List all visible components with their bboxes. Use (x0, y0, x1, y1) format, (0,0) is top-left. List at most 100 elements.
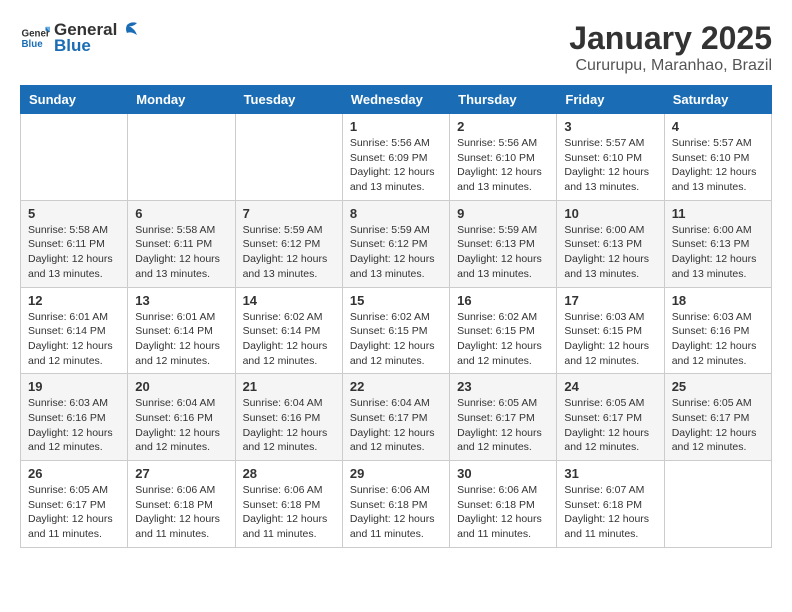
day-info: Sunrise: 6:03 AM Sunset: 6:15 PM Dayligh… (564, 310, 656, 369)
day-number: 25 (672, 379, 764, 394)
calendar-day-cell: 8 Sunrise: 5:59 AM Sunset: 6:12 PM Daylig… (342, 200, 449, 287)
day-number: 15 (350, 293, 442, 308)
day-of-week-header: Monday (128, 86, 235, 114)
day-number: 18 (672, 293, 764, 308)
day-info: Sunrise: 6:04 AM Sunset: 6:17 PM Dayligh… (350, 396, 442, 455)
day-number: 4 (672, 119, 764, 134)
day-number: 23 (457, 379, 549, 394)
day-info: Sunrise: 6:06 AM Sunset: 6:18 PM Dayligh… (135, 483, 227, 542)
calendar-day-cell: 31Sunrise: 6:07 AM Sunset: 6:18 PM Dayli… (557, 461, 664, 548)
calendar-day-cell (235, 114, 342, 201)
day-of-week-header: Tuesday (235, 86, 342, 114)
day-info: Sunrise: 6:06 AM Sunset: 6:18 PM Dayligh… (350, 483, 442, 542)
day-of-week-header: Wednesday (342, 86, 449, 114)
logo-bird-icon (117, 21, 139, 39)
calendar-day-cell (664, 461, 771, 548)
calendar-title: January 2025 (569, 20, 772, 57)
day-number: 2 (457, 119, 549, 134)
day-info: Sunrise: 5:59 AM Sunset: 6:12 PM Dayligh… (243, 223, 335, 282)
day-info: Sunrise: 5:58 AM Sunset: 6:11 PM Dayligh… (28, 223, 120, 282)
day-of-week-header: Sunday (21, 86, 128, 114)
calendar-day-cell: 20 Sunrise: 6:04 AM Sunset: 6:16 PM Dayli… (128, 374, 235, 461)
calendar-day-cell: 27Sunrise: 6:06 AM Sunset: 6:18 PM Dayli… (128, 461, 235, 548)
calendar-subtitle: Cururupu, Maranhao, Brazil (569, 57, 772, 75)
day-info: Sunrise: 6:00 AM Sunset: 6:13 PM Dayligh… (564, 223, 656, 282)
day-number: 20 (135, 379, 227, 394)
day-number: 1 (350, 119, 442, 134)
calendar-day-cell: 14Sunrise: 6:02 AM Sunset: 6:14 PM Dayli… (235, 287, 342, 374)
day-info: Sunrise: 5:59 AM Sunset: 6:13 PM Dayligh… (457, 223, 549, 282)
calendar-day-cell: 12 Sunrise: 6:01 AM Sunset: 6:14 PM Dayli… (21, 287, 128, 374)
day-info: Sunrise: 6:05 AM Sunset: 6:17 PM Dayligh… (564, 396, 656, 455)
day-number: 9 (457, 206, 549, 221)
day-info: Sunrise: 6:02 AM Sunset: 6:15 PM Dayligh… (457, 310, 549, 369)
day-info: Sunrise: 6:06 AM Sunset: 6:18 PM Dayligh… (457, 483, 549, 542)
day-info: Sunrise: 5:56 AM Sunset: 6:10 PM Dayligh… (457, 136, 549, 195)
day-info: Sunrise: 6:02 AM Sunset: 6:15 PM Dayligh… (350, 310, 442, 369)
day-number: 26 (28, 466, 120, 481)
day-info: Sunrise: 5:59 AM Sunset: 6:12 PM Dayligh… (350, 223, 442, 282)
calendar-day-cell: 25 Sunrise: 6:05 AM Sunset: 6:17 PM Dayli… (664, 374, 771, 461)
calendar-day-cell: 10 Sunrise: 6:00 AM Sunset: 6:13 PM Dayli… (557, 200, 664, 287)
day-number: 7 (243, 206, 335, 221)
calendar-week-row: 5 Sunrise: 5:58 AM Sunset: 6:11 PM Daylig… (21, 200, 772, 287)
day-number: 31 (564, 466, 656, 481)
day-info: Sunrise: 6:04 AM Sunset: 6:16 PM Dayligh… (135, 396, 227, 455)
day-info: Sunrise: 5:57 AM Sunset: 6:10 PM Dayligh… (672, 136, 764, 195)
day-number: 10 (564, 206, 656, 221)
day-of-week-header: Thursday (450, 86, 557, 114)
day-info: Sunrise: 5:58 AM Sunset: 6:11 PM Dayligh… (135, 223, 227, 282)
calendar-week-row: 12 Sunrise: 6:01 AM Sunset: 6:14 PM Dayli… (21, 287, 772, 374)
calendar-day-cell: 11 Sunrise: 6:00 AM Sunset: 6:13 PM Dayli… (664, 200, 771, 287)
calendar-day-cell: 5 Sunrise: 5:58 AM Sunset: 6:11 PM Daylig… (21, 200, 128, 287)
calendar-day-cell: 26 Sunrise: 6:05 AM Sunset: 6:17 PM Dayli… (21, 461, 128, 548)
day-number: 28 (243, 466, 335, 481)
day-number: 29 (350, 466, 442, 481)
calendar-day-cell: 24Sunrise: 6:05 AM Sunset: 6:17 PM Dayli… (557, 374, 664, 461)
day-info: Sunrise: 6:03 AM Sunset: 6:16 PM Dayligh… (672, 310, 764, 369)
day-number: 16 (457, 293, 549, 308)
day-number: 13 (135, 293, 227, 308)
day-info: Sunrise: 5:56 AM Sunset: 6:09 PM Dayligh… (350, 136, 442, 195)
day-of-week-header: Friday (557, 86, 664, 114)
calendar-day-cell: 13 Sunrise: 6:01 AM Sunset: 6:14 PM Dayli… (128, 287, 235, 374)
day-info: Sunrise: 6:05 AM Sunset: 6:17 PM Dayligh… (28, 483, 120, 542)
day-number: 8 (350, 206, 442, 221)
day-number: 11 (672, 206, 764, 221)
calendar-day-cell (128, 114, 235, 201)
day-info: Sunrise: 6:05 AM Sunset: 6:17 PM Dayligh… (672, 396, 764, 455)
day-number: 21 (243, 379, 335, 394)
day-of-week-header: Saturday (664, 86, 771, 114)
calendar-day-cell: 23 Sunrise: 6:05 AM Sunset: 6:17 PM Dayli… (450, 374, 557, 461)
day-info: Sunrise: 6:03 AM Sunset: 6:16 PM Dayligh… (28, 396, 120, 455)
day-number: 17 (564, 293, 656, 308)
calendar-day-cell: 2 Sunrise: 5:56 AM Sunset: 6:10 PM Daylig… (450, 114, 557, 201)
day-info: Sunrise: 6:05 AM Sunset: 6:17 PM Dayligh… (457, 396, 549, 455)
day-number: 3 (564, 119, 656, 134)
calendar-day-cell: 1 Sunrise: 5:56 AM Sunset: 6:09 PM Daylig… (342, 114, 449, 201)
day-info: Sunrise: 6:04 AM Sunset: 6:16 PM Dayligh… (243, 396, 335, 455)
day-info: Sunrise: 6:00 AM Sunset: 6:13 PM Dayligh… (672, 223, 764, 282)
calendar-day-cell: 19Sunrise: 6:03 AM Sunset: 6:16 PM Dayli… (21, 374, 128, 461)
day-number: 30 (457, 466, 549, 481)
calendar-day-cell: 7 Sunrise: 5:59 AM Sunset: 6:12 PM Daylig… (235, 200, 342, 287)
day-info: Sunrise: 6:01 AM Sunset: 6:14 PM Dayligh… (135, 310, 227, 369)
calendar-day-cell: 4 Sunrise: 5:57 AM Sunset: 6:10 PM Daylig… (664, 114, 771, 201)
title-section: January 2025 Cururupu, Maranhao, Brazil (569, 20, 772, 75)
calendar-day-cell: 28Sunrise: 6:06 AM Sunset: 6:18 PM Dayli… (235, 461, 342, 548)
calendar-header-row: SundayMondayTuesdayWednesdayThursdayFrid… (21, 86, 772, 114)
calendar-table: SundayMondayTuesdayWednesdayThursdayFrid… (20, 85, 772, 548)
logo-icon: General Blue (20, 23, 50, 53)
day-info: Sunrise: 6:01 AM Sunset: 6:14 PM Dayligh… (28, 310, 120, 369)
calendar-week-row: 1 Sunrise: 5:56 AM Sunset: 6:09 PM Daylig… (21, 114, 772, 201)
day-number: 12 (28, 293, 120, 308)
calendar-week-row: 26 Sunrise: 6:05 AM Sunset: 6:17 PM Dayli… (21, 461, 772, 548)
calendar-day-cell: 9 Sunrise: 5:59 AM Sunset: 6:13 PM Daylig… (450, 200, 557, 287)
calendar-day-cell: 29 Sunrise: 6:06 AM Sunset: 6:18 PM Dayli… (342, 461, 449, 548)
header: General Blue General Blue January 2025 C… (20, 20, 772, 75)
calendar-day-cell (21, 114, 128, 201)
day-number: 5 (28, 206, 120, 221)
svg-text:Blue: Blue (22, 39, 44, 50)
calendar-day-cell: 15 Sunrise: 6:02 AM Sunset: 6:15 PM Dayli… (342, 287, 449, 374)
day-info: Sunrise: 5:57 AM Sunset: 6:10 PM Dayligh… (564, 136, 656, 195)
